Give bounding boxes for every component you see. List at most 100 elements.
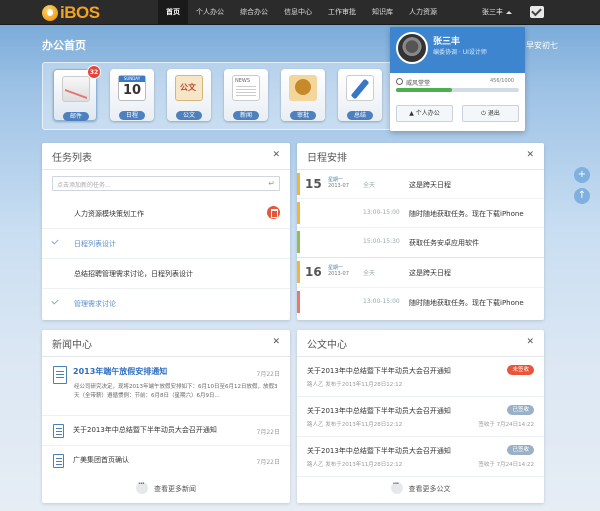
doc-meta: 路人乙 发布于2013年11月28日12:12 xyxy=(307,462,403,468)
envelope-icon xyxy=(62,76,90,102)
doc-title: 关于2013年中总结暨下半年动员大会召开通知 xyxy=(307,447,451,455)
panel-title: 公文中心 xyxy=(307,340,347,351)
checkmark-icon[interactable] xyxy=(51,297,59,305)
profile-header: 张三丰 编委协调 · UI设计师 xyxy=(390,27,525,73)
divider xyxy=(297,198,544,199)
logout-button[interactable]: ⏻ 退出 xyxy=(462,105,519,122)
doc-item[interactable]: 关于2013年中总结暨下半年动员大会召开通知 路人乙 发布于2013年11月28… xyxy=(297,437,544,477)
schedule-weekday: 星期一 xyxy=(328,265,344,271)
schedule-entry[interactable]: 13:00-15:00 随时随地获取任务。现在下载iPhone xyxy=(297,291,544,313)
rank-label: 威风堂堂 xyxy=(406,80,431,87)
more-news-button[interactable]: 查看更多新闻 xyxy=(42,481,290,495)
profile-role: 编委协调 · UI设计师 xyxy=(433,49,487,56)
doc-signed-time: 签收于 7月24日14:22 xyxy=(478,462,534,468)
user-menu[interactable]: 张三丰 xyxy=(482,0,512,25)
more-docs-button[interactable]: 查看更多公文 xyxy=(297,481,544,495)
nav-item-knowledge[interactable]: 知识库 xyxy=(364,0,401,25)
app-document[interactable]: 公文 公文 xyxy=(167,69,211,127)
event-time: 13:00-15:00 xyxy=(363,298,400,305)
enter-icon[interactable]: ↵ xyxy=(268,179,275,188)
avatar[interactable] xyxy=(396,32,428,64)
personal-office-label: 个人办公 xyxy=(415,110,440,117)
pen-icon xyxy=(346,75,374,101)
news-date: 7月22日 xyxy=(256,371,280,378)
task-text: 日程列表设计 xyxy=(74,240,116,248)
app-summary[interactable]: 总结 xyxy=(338,69,382,127)
task-item[interactable]: 日程列表设计 xyxy=(42,229,290,259)
news-lines xyxy=(236,86,256,98)
schedule-month: 2013-07 xyxy=(328,183,349,189)
news-doc-icon xyxy=(53,454,64,468)
trash-icon[interactable] xyxy=(267,206,280,219)
close-icon[interactable]: ✕ xyxy=(526,337,534,347)
more-news-label: 查看更多新闻 xyxy=(154,485,196,493)
document-icon-text: 公文 xyxy=(180,83,196,92)
news-item[interactable]: 广美集团首页确认 7月22日 xyxy=(42,445,290,475)
back-to-top-button[interactable]: ↑ xyxy=(574,188,590,204)
event-time: 全天 xyxy=(363,270,376,277)
task-text: 管理需求讨论 xyxy=(74,300,116,308)
doc-item[interactable]: 关于2013年中总结暨下半年动员大会召开通知 路人乙 发布于2013年11月28… xyxy=(297,397,544,437)
featured-news-title[interactable]: 2013年端午放假安排通知 xyxy=(73,366,167,377)
logo-text: iBOS xyxy=(60,2,100,22)
caret-up-icon xyxy=(506,11,512,14)
task-item[interactable]: 人力资源模块策划工作 xyxy=(42,199,290,229)
task-item[interactable]: 总结招聘管理需求讨论，日程列表设计 xyxy=(42,259,290,289)
schedule-entry[interactable]: 15 星期一 2013-07 全天 这是跨天日程 xyxy=(297,173,544,195)
schedule-entry[interactable]: 13:00-15:00 随时随地获取任务。现在下载iPhone xyxy=(297,202,544,224)
nav-item-info-center[interactable]: 信息中心 xyxy=(276,0,320,25)
event-title: 随时随地获取任务。现在下载iPhone xyxy=(409,210,524,218)
close-icon[interactable]: ✕ xyxy=(272,150,280,160)
close-icon[interactable]: ✕ xyxy=(526,150,534,160)
rank-progress-fill xyxy=(396,88,453,92)
nav-item-home[interactable]: 首页 xyxy=(158,0,188,25)
calendar-header: SUNDAY xyxy=(119,76,145,82)
schedule-weekday: 星期一 xyxy=(328,177,344,183)
profile-popup: 张三丰 编委协调 · UI设计师 威风堂堂 456/1000 ▲ 个人办公 ⏻ … xyxy=(390,27,525,131)
app-label: 审批 xyxy=(290,111,316,120)
event-time: 15:00-15:30 xyxy=(363,238,400,245)
logo[interactable]: iBOS xyxy=(42,3,100,22)
logo-icon xyxy=(42,4,58,21)
event-title: 获取任务安卓应用软件 xyxy=(409,239,479,247)
rank-value: 456/1000 xyxy=(490,78,514,84)
schedule-entry[interactable]: 16 星期一 2013-07 全天 这是跨天日程 xyxy=(297,261,544,283)
checkmark-icon[interactable] xyxy=(51,237,59,245)
app-mail[interactable]: 邮件 32 xyxy=(53,65,101,127)
more-icon xyxy=(136,481,148,494)
nav-item-hr[interactable]: 人力资源 xyxy=(401,0,445,25)
logout-label: 退出 xyxy=(487,110,500,117)
app-label: 日程 xyxy=(119,111,145,120)
schedule-entry[interactable]: 15:00-15:30 获取任务安卓应用软件 xyxy=(297,231,544,253)
new-task-input[interactable]: 点击添加新的任务... ↵ xyxy=(52,176,280,191)
app-tile: NEWS 新闻 xyxy=(224,69,268,121)
app-label: 邮件 xyxy=(63,112,89,121)
nav-item-general-office[interactable]: 综合办公 xyxy=(232,0,276,25)
close-icon[interactable]: ✕ xyxy=(272,337,280,347)
event-time: 全天 xyxy=(363,182,376,189)
doc-item[interactable]: 关于2013年中总结暨下半年动员大会召开通知 路人乙 发布于2013年11月28… xyxy=(297,357,544,397)
mail-icon[interactable] xyxy=(530,6,544,18)
app-calendar[interactable]: SUNDAY 10 日程 xyxy=(110,69,154,127)
news-item[interactable]: 关于2013年中总结暨下半年动员大会召开通知 7月22日 xyxy=(42,415,290,445)
app-news[interactable]: NEWS 新闻 xyxy=(224,69,268,127)
app-launcher: 邮件 32 SUNDAY 10 日程 公文 公文 NEWS 新闻 审批 总结 xyxy=(42,62,404,130)
greeting-text: 早安初七 xyxy=(526,41,558,50)
task-item[interactable]: 管理需求讨论 xyxy=(42,289,290,319)
panel-title: 日程安排 xyxy=(307,153,347,164)
panel-title: 新闻中心 xyxy=(52,340,92,351)
app-tile: SUNDAY 10 日程 xyxy=(110,69,154,121)
profile-name: 张三丰 xyxy=(433,37,461,47)
power-icon: ⏻ xyxy=(481,110,486,117)
personal-office-button[interactable]: ▲ 个人办公 xyxy=(396,105,453,122)
user-icon: ▲ xyxy=(409,110,414,117)
divider xyxy=(42,169,290,170)
app-approval[interactable]: 审批 xyxy=(281,69,325,127)
news-doc-icon xyxy=(53,424,64,438)
add-widget-button[interactable]: + xyxy=(574,167,590,183)
event-time: 13:00-15:00 xyxy=(363,209,400,216)
nav-item-personal-office[interactable]: 个人办公 xyxy=(188,0,232,25)
app-tile: 公文 公文 xyxy=(167,69,211,121)
nav-item-approval[interactable]: 工作审批 xyxy=(320,0,364,25)
news-panel: 新闻中心 ✕ 2013年端午放假安排通知 7月22日 经公司研究决定，现将201… xyxy=(42,330,290,503)
